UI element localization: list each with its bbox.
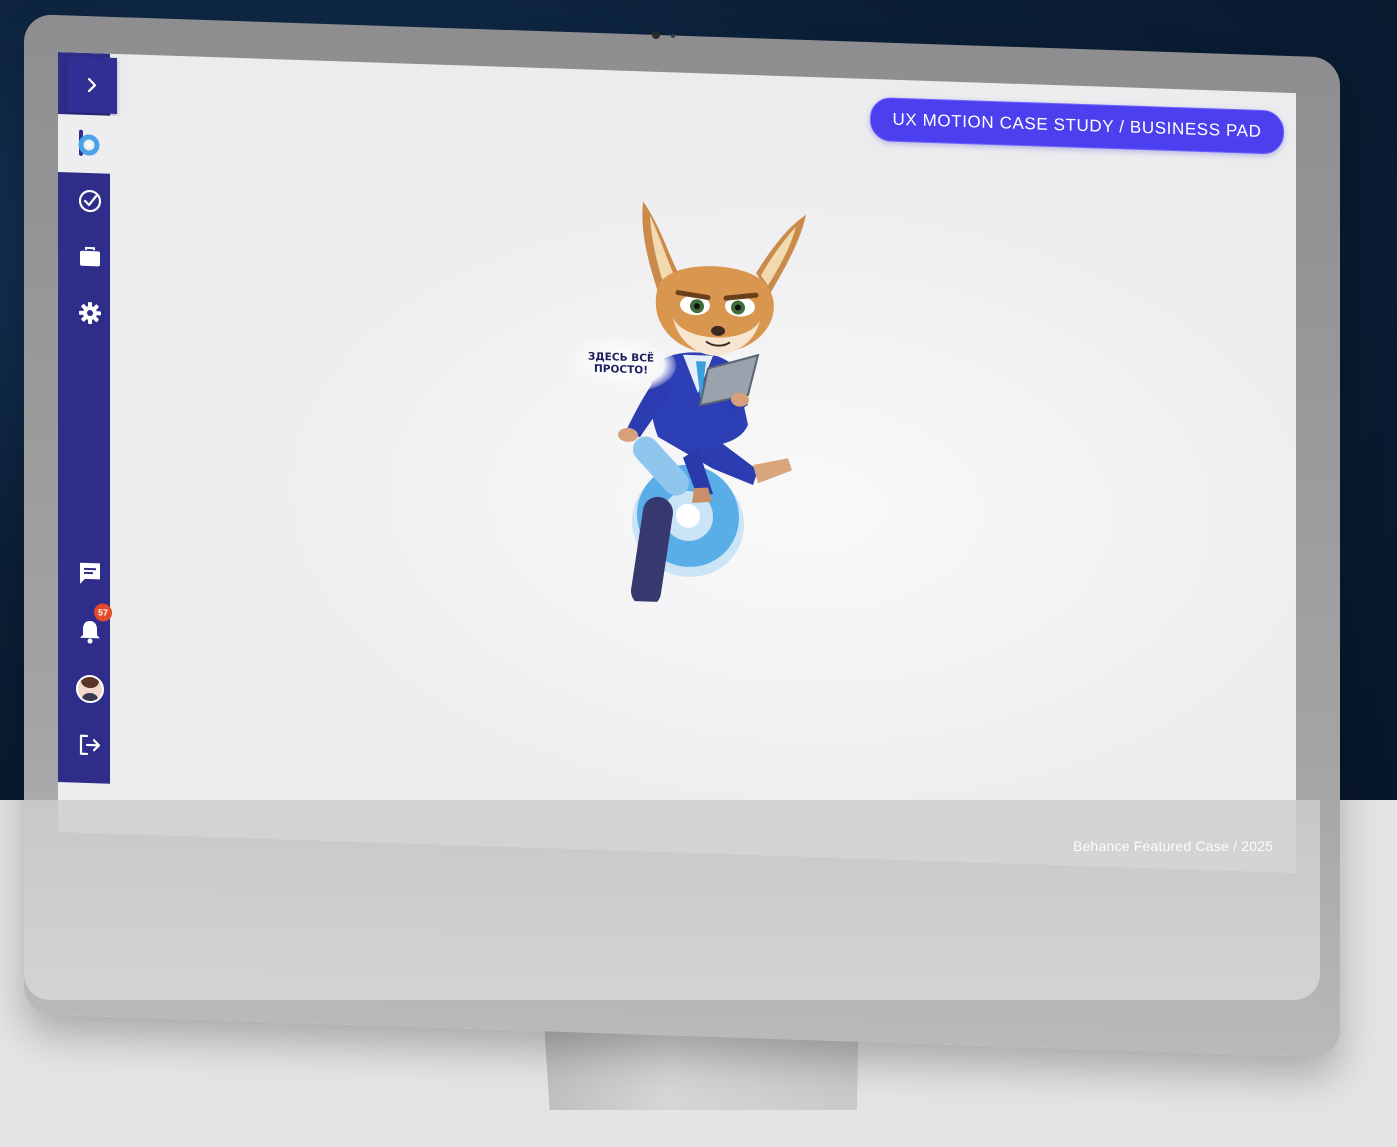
sidebar-item-logout[interactable] (68, 724, 112, 765)
sidebar-item-notifications[interactable]: 57 (68, 603, 112, 651)
speech-line-2: ПРОСТО! (594, 362, 648, 377)
avatar (76, 674, 104, 704)
sidebar-item-projects[interactable] (68, 236, 112, 277)
business-pad-logo-icon (78, 129, 100, 156)
check-circle-icon (78, 189, 102, 213)
fox-mascot-illustration (618, 201, 806, 607)
app-screen: 57 UX MOTION CASE STUDY / BUSINESS PAD З… (58, 52, 1296, 874)
chat-icon (80, 562, 100, 584)
briefcase-icon (80, 246, 100, 267)
sidebar-item-tasks[interactable] (68, 180, 112, 221)
logout-icon (79, 734, 101, 756)
monitor-chin (24, 800, 1320, 1000)
sidebar: 57 (58, 52, 118, 784)
footer-caption: Behance Featured Case / 2025 (1073, 838, 1274, 854)
sidebar-item-profile[interactable] (68, 668, 112, 709)
chevron-right-icon (87, 77, 97, 93)
sidebar-item-home[interactable] (58, 114, 118, 174)
gear-icon (79, 302, 101, 325)
camera-icon (652, 31, 660, 39)
sensor-dot (671, 34, 675, 38)
sidebar-item-settings[interactable] (68, 292, 112, 333)
sidebar-toggle-button[interactable] (67, 56, 117, 114)
notification-count-badge: 57 (94, 603, 112, 622)
bell-icon (80, 621, 100, 644)
sidebar-item-messages[interactable] (68, 552, 112, 593)
